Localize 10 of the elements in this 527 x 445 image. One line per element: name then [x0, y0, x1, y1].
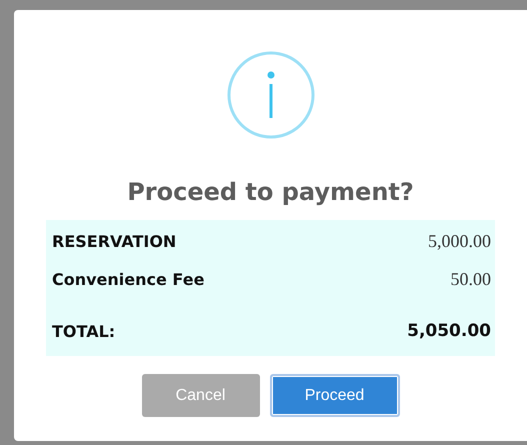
- line-amount: 50.00: [450, 268, 491, 290]
- proceed-button[interactable]: Proceed: [270, 374, 400, 417]
- line-label: TOTAL:: [52, 322, 116, 340]
- cancel-button[interactable]: Cancel: [142, 374, 260, 417]
- info-icon: [226, 50, 316, 140]
- total-amount: 5,050.00: [407, 321, 491, 341]
- dialog-title: Proceed to payment?: [127, 178, 414, 206]
- line-amount: 5,000.00: [428, 230, 491, 252]
- line-label: Convenience Fee: [52, 270, 204, 288]
- line-label: RESERVATION: [52, 232, 176, 250]
